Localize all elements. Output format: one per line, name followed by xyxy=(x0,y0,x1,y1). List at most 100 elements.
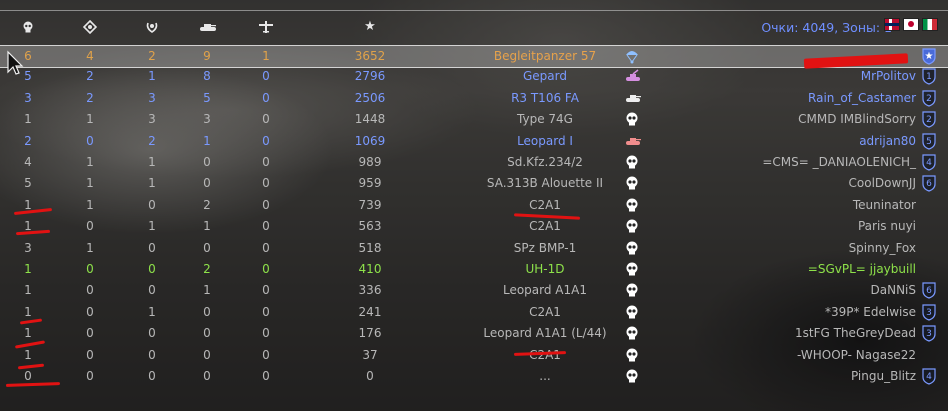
table-row[interactable]: 1 0 0 1 0 336 Leopard A1A1 DaNNiS 6 xyxy=(0,280,948,301)
assists-cell: 0 xyxy=(148,369,156,383)
squad-badge-icon: 3 xyxy=(921,324,937,342)
nation-flags xyxy=(884,18,938,31)
player-name[interactable]: CMMD IMBlindSorry xyxy=(798,112,916,126)
kills-cell: 1 xyxy=(24,304,32,319)
ground-kills-cell: 1 xyxy=(86,197,94,212)
table-row[interactable]: 3 1 0 0 0 518 SPz BMP-1 Spinny_Fox xyxy=(0,238,948,259)
mouse-cursor-icon xyxy=(7,50,24,75)
player-name[interactable]: Pingu_Blitz xyxy=(851,369,916,383)
ground-targets-cell: 0 xyxy=(203,240,211,255)
table-row[interactable]: 1000037C2A1-WHOOP- Nagase22 xyxy=(0,345,948,366)
kills-cell: 0 xyxy=(24,369,32,383)
air-kills-cell: 0 xyxy=(262,283,270,298)
score-cell: 2796 xyxy=(354,69,386,84)
svg-text:2: 2 xyxy=(926,115,932,125)
kills-cell: 1 xyxy=(24,326,32,341)
ground-kills-cell: 1 xyxy=(86,240,94,255)
kills-cell: 5 xyxy=(24,176,32,191)
assists-cell: 1 xyxy=(148,69,156,84)
table-row[interactable]: 1 0 0 2 0 410 UH-1D =SGvPL= jjaybuill xyxy=(0,259,948,280)
assists-cell: 1 xyxy=(148,219,156,234)
ground-kills-cell: 0 xyxy=(86,347,94,362)
ground-kills-cell: 4 xyxy=(86,49,94,63)
squad-badge-icon: 2 xyxy=(921,110,937,128)
score-cell: 0 xyxy=(366,369,374,383)
table-row[interactable]: 4 1 1 0 0 989 Sd.Kfz.234/2 =CMS= _DANIAOLENICH_… xyxy=(0,152,948,173)
svg-text:3: 3 xyxy=(926,308,932,318)
skull-icon xyxy=(624,175,640,191)
player-name[interactable]: adrijan80 xyxy=(859,134,916,148)
svg-text:6: 6 xyxy=(926,179,932,189)
ground-kills-cell: 1 xyxy=(86,112,94,127)
player-name[interactable]: Rain_of_Castamer xyxy=(808,91,916,105)
assists-cell: 2 xyxy=(148,49,156,63)
ground-kills-cell: 0 xyxy=(86,133,94,148)
skull-icon xyxy=(624,197,640,213)
ground-kills-cell: 0 xyxy=(86,262,94,276)
skull-icon xyxy=(624,368,640,384)
table-row[interactable]: 1 0 0 0 0 176 Leopard A1A1 (L/44) 1stFG TheGrey… xyxy=(0,323,948,344)
skull-icon xyxy=(624,261,640,277)
plane-icon xyxy=(258,20,274,34)
assists-cell: 1 xyxy=(148,155,156,169)
player-name[interactable]: 1stFG TheGreyDead xyxy=(795,326,916,340)
table-row[interactable]: 0 0 0 0 0 0... Pingu_Blitz 4 xyxy=(0,366,948,387)
skull-icon xyxy=(624,325,640,341)
player-name[interactable]: Paris nuyi xyxy=(858,219,916,233)
japan-flag-icon xyxy=(903,18,919,31)
skull-icon xyxy=(624,218,640,234)
squad-badge-icon: ★ xyxy=(921,47,937,65)
svg-text:2: 2 xyxy=(926,94,932,104)
air-kills-cell: 0 xyxy=(262,197,270,212)
player-name[interactable]: *39P* Edelwise xyxy=(825,305,916,319)
ground-kills-cell: 1 xyxy=(86,176,94,191)
norway-flag-icon xyxy=(884,18,900,31)
table-row[interactable]: 1 0 1 0 0 241 C2A1 *39P* Edelwise 3 xyxy=(0,302,948,323)
assists-cell: 0 xyxy=(148,283,156,298)
player-name[interactable]: =SGvPL= jjaybuill xyxy=(808,262,916,276)
air-kills-cell: 0 xyxy=(262,347,270,362)
assists-cell: 1 xyxy=(148,176,156,191)
tank-icon xyxy=(199,20,216,34)
player-name[interactable]: =CMS= _DANIAOLENICH_ xyxy=(762,155,916,169)
light-tank-icon xyxy=(624,90,641,106)
player-name[interactable]: Spinny_Fox xyxy=(849,241,916,255)
table-row[interactable]: 2 0 2 1 0 1069 Leopard Iadrijan80 5 xyxy=(0,131,948,152)
assists-cell: 0 xyxy=(148,347,156,362)
player-name[interactable]: -WHOOP- Nagase22 xyxy=(797,348,916,362)
skull-icon xyxy=(20,20,36,34)
table-row[interactable]: 1 0 1 1 0 563 C2A1 Paris nuyi xyxy=(0,216,948,237)
assists-cell: 0 xyxy=(148,326,156,341)
star-icon: ★ xyxy=(364,19,376,34)
ground-kills-cell: 0 xyxy=(86,304,94,319)
svg-text:5: 5 xyxy=(926,137,932,147)
player-name[interactable]: DaNNiS xyxy=(871,283,917,297)
air-kills-cell: 1 xyxy=(262,49,270,63)
table-row[interactable]: 5 2 1 8 0 2796 Gepard MrPolitov 1 xyxy=(0,66,948,87)
air-kills-cell: 0 xyxy=(262,112,270,127)
player-name[interactable]: Teuninator xyxy=(853,198,916,212)
table-row[interactable]: 5 1 1 0 0 959 SA.313B Alouette II CoolDownJJ 6 xyxy=(0,173,948,194)
assist-wreath-icon xyxy=(144,20,160,34)
squad-badge-icon: 2 xyxy=(921,89,937,107)
table-row[interactable]: 1 1 0 2 0 739 C2A1 Teuninator xyxy=(0,195,948,216)
ground-targets-cell: 1 xyxy=(203,219,211,234)
assists-cell: 0 xyxy=(148,197,156,212)
table-row[interactable]: 3 2 3 5 0 2506 R3 T106 FA Rain_of_Castamer 2 xyxy=(0,88,948,109)
ground-targets-cell: 2 xyxy=(203,197,211,212)
player-name[interactable]: MrPolitov xyxy=(861,69,916,83)
parachute-icon xyxy=(624,48,640,64)
squad-badge-icon: 6 xyxy=(921,174,937,193)
player-name[interactable]: CoolDownJJ xyxy=(849,176,916,190)
skull-icon xyxy=(624,154,640,170)
air-kills-cell: 0 xyxy=(262,155,270,169)
top-divider xyxy=(0,10,948,11)
ground-targets-cell: 2 xyxy=(203,262,211,276)
svg-text:4: 4 xyxy=(926,158,932,168)
spaa-icon xyxy=(624,68,640,84)
assists-cell: 0 xyxy=(148,262,156,276)
ground-kills-cell: 2 xyxy=(86,90,94,105)
air-kills-cell: 0 xyxy=(262,326,270,341)
ground-kills-cell: 0 xyxy=(86,283,94,298)
table-row[interactable]: 1 1 3 3 0 1448 Type 74G CMMD IMBlindSorry 2 xyxy=(0,109,948,130)
